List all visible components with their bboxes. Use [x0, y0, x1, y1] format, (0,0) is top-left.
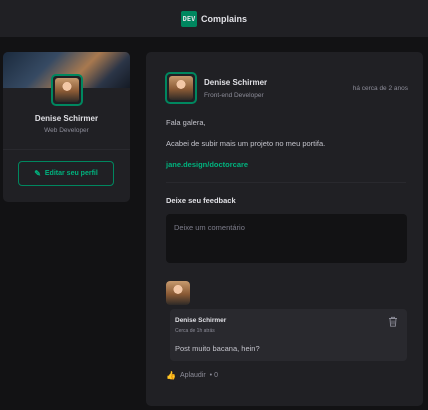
post-content: Fala galera, Acabei de subir mais um pro… [166, 118, 406, 181]
post-paragraph: Fala galera, [166, 118, 206, 127]
profile-sidebar: Denise Schirmer Web Developer ✎ Editar s… [3, 52, 130, 202]
edit-profile-button[interactable]: ✎ Editar seu perfil [18, 161, 114, 186]
pencil-icon: ✎ [34, 169, 41, 178]
brand[interactable]: DEV Complains [180, 10, 247, 27]
avatar-image [169, 76, 193, 100]
comment-author: Denise Schirmer [175, 317, 227, 324]
post-timestamp: há cerca de 2 anos [352, 85, 408, 92]
edit-profile-label: Editar seu perfil [44, 170, 98, 177]
app-logo: DEV [180, 10, 197, 27]
avatar-image [166, 281, 190, 305]
profile-avatar[interactable] [51, 74, 83, 106]
post-link[interactable]: jane.design/doctorcare [166, 160, 248, 169]
avatar-image [55, 78, 79, 102]
comment-avatar[interactable] [166, 281, 190, 305]
post-author-name: Denise Schirmer [204, 78, 268, 87]
applaud-count: 0 [210, 372, 218, 379]
app-title: Complains [200, 13, 247, 24]
profile-name: Denise Schirmer [34, 114, 99, 123]
comment-input[interactable] [166, 214, 407, 263]
applaud-button[interactable]: 👍 Aplaudir 0 [166, 371, 218, 380]
thumbs-up-icon: 👍 [166, 371, 176, 380]
profile-role: Web Developer [44, 127, 89, 134]
post-card: Denise Schirmer Front-end Developer há c… [146, 52, 423, 406]
trash-icon[interactable] [388, 316, 398, 327]
post-author-avatar[interactable] [165, 72, 197, 104]
feedback-title: Deixe seu feedback [166, 196, 236, 205]
divider [3, 149, 130, 150]
divider [166, 182, 406, 183]
comment-timestamp: Cerca de 1h atrás [175, 328, 215, 334]
comment-text: Post muito bacana, hein? [175, 344, 260, 353]
comment-card: Denise Schirmer Cerca de 1h atrás Post m… [170, 309, 407, 361]
app-header: DEV Complains [0, 0, 428, 37]
applaud-label: Aplaudir [179, 372, 206, 379]
post-author-role: Front-end Developer [204, 92, 264, 99]
post-paragraph: Acabei de subir mais um projeto no meu p… [166, 139, 326, 148]
